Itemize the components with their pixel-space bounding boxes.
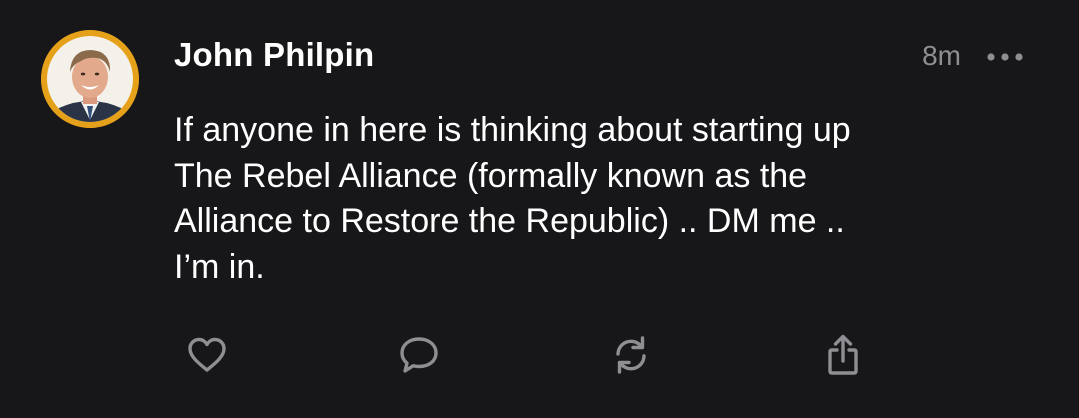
like-button[interactable]	[185, 333, 229, 377]
reply-button[interactable]	[397, 333, 441, 377]
author-name[interactable]: John Philpin	[174, 36, 374, 74]
repost-arrows-icon	[616, 336, 646, 374]
ellipsis-icon	[987, 53, 1023, 61]
more-options-button[interactable]	[985, 49, 1025, 65]
comment-bubble-icon	[400, 337, 438, 373]
share-upload-icon	[828, 334, 858, 375]
avatar-photo	[41, 30, 139, 128]
post-body: If anyone in here is thinking about star…	[174, 111, 851, 286]
share-button[interactable]	[821, 333, 865, 377]
heart-icon	[188, 337, 226, 372]
post-timestamp: 8m	[922, 40, 961, 71]
author-avatar[interactable]	[41, 30, 139, 128]
repost-button[interactable]	[609, 333, 653, 377]
post: John Philpin 8m If anyone in here is thi…	[0, 0, 1079, 418]
